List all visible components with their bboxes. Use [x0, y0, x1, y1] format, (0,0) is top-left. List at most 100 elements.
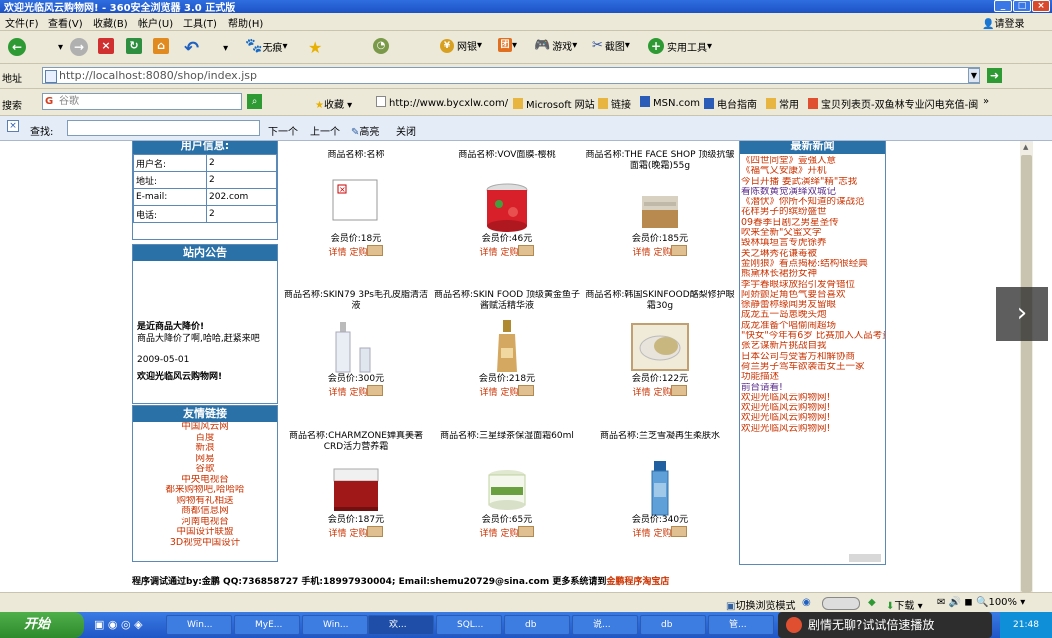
product-image[interactable] — [630, 178, 690, 238]
back-button[interactable]: ← ▾ — [8, 38, 63, 56]
netbank-button[interactable]: ¥ 网银 ▾ — [440, 38, 482, 53]
news-item[interactable]: 欢迎光临风云购物网! — [741, 424, 885, 434]
screenshot-button[interactable]: ✂ 截图 ▾ — [592, 38, 630, 53]
detail-link[interactable]: 详情 — [480, 388, 498, 398]
find-close-text-button[interactable]: 关闭 — [396, 123, 416, 138]
download-button[interactable]: ⬇下载 ▾ — [886, 597, 923, 612]
news-item[interactable]: 功能描述 — [741, 372, 885, 382]
news-item[interactable]: 前台请看! — [741, 383, 885, 393]
news-item[interactable]: 张艺谋新片挑战自我 — [741, 341, 885, 351]
minimize-button[interactable]: _ — [994, 0, 1012, 12]
news-item[interactable]: 李宇春眼球放招引发骨错位 — [741, 280, 885, 290]
home-button[interactable]: ⌂ — [153, 38, 169, 54]
order-link[interactable]: 定购 — [349, 245, 384, 258]
detail-link[interactable]: 详情 — [633, 388, 651, 398]
menu-tools[interactable]: 工具(T) — [183, 15, 217, 30]
friend-link[interactable]: 中国风云网 — [133, 422, 277, 433]
news-item[interactable]: 熊黛林长裙扮女神 — [741, 269, 885, 279]
news-item[interactable]: 金刚狼》看点揭秘:结构很经典 — [741, 259, 885, 269]
task-myeclipse[interactable]: MyE... — [234, 615, 300, 635]
toggle-switch[interactable] — [822, 597, 860, 610]
detail-link[interactable]: 详情 — [633, 529, 651, 539]
product-image[interactable] — [326, 459, 386, 519]
product-image[interactable] — [630, 318, 690, 378]
detail-link[interactable]: 详情 — [329, 529, 347, 539]
task-win-1[interactable]: Win... — [166, 615, 232, 635]
more-badge[interactable] — [849, 554, 881, 562]
news-item[interactable]: 毁林填垣言专虎徐养 — [741, 238, 885, 248]
news-item[interactable]: 《福气又安康》开机 — [741, 166, 885, 176]
product-image[interactable] — [630, 459, 690, 519]
task-browser[interactable]: 欢... — [368, 615, 434, 635]
fav-item-common[interactable]: 常用 — [766, 96, 799, 111]
fav-item-bycxlw[interactable]: http://www.bycxlw.com/ — [376, 96, 508, 109]
news-item[interactable]: 看陈数黄觉演绎双城记 — [741, 187, 885, 197]
friend-link[interactable]: 商都信息网 — [133, 506, 277, 517]
product-image[interactable] — [477, 178, 537, 238]
find-input[interactable] — [67, 120, 260, 136]
product-image[interactable] — [326, 318, 386, 378]
detail-link[interactable]: 详情 — [329, 248, 347, 258]
status-icons[interactable]: ✉ 🔊 ◼ — [937, 597, 973, 608]
order-link[interactable]: 定购 — [500, 385, 535, 398]
quick-launch-icons[interactable]: ▣ ◉ ◎ ◈ — [94, 618, 143, 631]
friend-link[interactable]: 河南电视台 — [133, 517, 277, 528]
news-item[interactable]: 荷兰男子驾车欲袭击女王一家 — [741, 362, 885, 372]
friend-link[interactable]: 百度 — [133, 433, 277, 444]
forward-button[interactable]: → — [70, 38, 88, 56]
speed-button[interactable]: ◔ — [373, 38, 389, 54]
fav-item-links[interactable]: 链接 — [598, 96, 631, 111]
task-sql[interactable]: SQL... — [436, 615, 502, 635]
news-item[interactable]: 09春季日剧之男星圣传 — [741, 218, 885, 228]
product-image[interactable] — [477, 459, 537, 519]
find-prev-button[interactable]: 上一个 — [310, 123, 340, 138]
globe-icon[interactable]: ◉ — [802, 597, 811, 608]
task-doc[interactable]: 说... — [572, 615, 638, 635]
refresh-button[interactable]: ↻ — [126, 38, 142, 54]
menu-account[interactable]: 帐户(U) — [138, 15, 173, 30]
address-input[interactable]: http://localhost:8080/shop/index.jsp — [42, 67, 980, 84]
menu-help[interactable]: 帮助(H) — [228, 15, 263, 30]
task-win-2[interactable]: Win... — [302, 615, 368, 635]
news-item[interactable]: 成龙准备个唱偷闹超场 — [741, 321, 885, 331]
task-db-1[interactable]: db — [504, 615, 570, 635]
detail-link[interactable]: 详情 — [480, 529, 498, 539]
close-button[interactable]: × — [1032, 0, 1050, 12]
detail-link[interactable]: 详情 — [480, 248, 498, 258]
friend-link[interactable]: 都来购物吧,哈哈哈 — [133, 485, 277, 496]
menu-file[interactable]: 文件(F) — [5, 15, 39, 30]
order-link[interactable]: 定购 — [349, 385, 384, 398]
tools-button[interactable]: + 实用工具 ▾ — [648, 38, 712, 54]
friend-link[interactable]: 网易 — [133, 454, 277, 465]
order-link[interactable]: 定购 — [653, 245, 688, 258]
scrollbar-thumb[interactable] — [1021, 155, 1032, 592]
friend-link[interactable]: 谷歌 — [133, 464, 277, 475]
favorite-star-button[interactable]: ★ — [308, 38, 322, 57]
find-next-button[interactable]: 下一个 — [268, 123, 298, 138]
friend-link[interactable]: 新浪 — [133, 443, 277, 454]
news-item[interactable]: 今日开播 姜武演绎"精"志我 — [741, 177, 885, 187]
search-input[interactable]: 谷歌 — [42, 93, 242, 110]
search-button[interactable]: ⌕ — [247, 94, 262, 109]
zoom-control[interactable]: 🔍100% ▾ — [976, 597, 1025, 608]
news-item[interactable]: 《四世同堂》壹强人意 — [741, 156, 885, 166]
friend-link[interactable]: 3D视觉中国设计 — [133, 538, 277, 549]
address-dropdown-button[interactable]: ▼ — [968, 68, 980, 83]
news-item[interactable]: "快女"今年有6岁 比赛加入人品考量 — [741, 331, 885, 341]
fav-item-microsoft[interactable]: Microsoft 网站 — [513, 96, 595, 111]
order-link[interactable]: 定购 — [653, 526, 688, 539]
order-link[interactable]: 定购 — [653, 385, 688, 398]
title-bar[interactable]: 欢迎光临风云购物网! - 360安全浏览器 3.0 正式版 _ □ × — [0, 0, 1052, 13]
news-item[interactable]: 欢迎光临风云购物网! — [741, 393, 885, 403]
highlight-button[interactable]: ✎高亮 — [351, 123, 379, 138]
go-button[interactable]: ➜ — [987, 68, 1002, 83]
speed-play-popup[interactable]: 剧情无聊?试试倍速播放 — [778, 612, 992, 638]
footer-shop-link[interactable]: 金鹏程序淘宝店 — [606, 577, 669, 587]
product-image[interactable] — [477, 318, 537, 378]
vertical-scrollbar[interactable]: ▲ — [1020, 141, 1033, 592]
news-item[interactable]: 成龙五一岛崽晚头炮 — [741, 310, 885, 320]
friend-link[interactable]: 购物有礼相送 — [133, 496, 277, 507]
task-db-2[interactable]: db — [640, 615, 706, 635]
fav-item-taobao[interactable]: 宝贝列表页-双鱼林专业闪电充值-闽 — [808, 96, 978, 111]
detail-link[interactable]: 详情 — [633, 248, 651, 258]
